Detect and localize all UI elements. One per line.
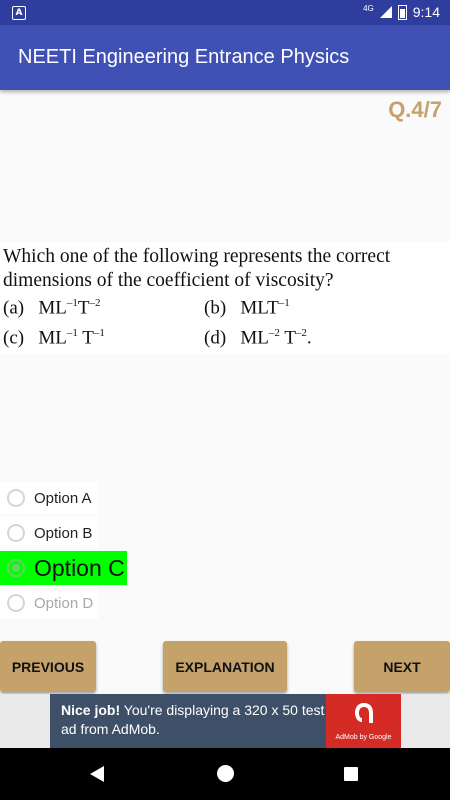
- admob-logo: AdMob by Google: [326, 694, 401, 748]
- next-button[interactable]: NEXT: [354, 641, 450, 692]
- question-line-1: Which one of the following represents th…: [3, 246, 391, 267]
- option-c-radio[interactable]: Option C: [0, 551, 127, 585]
- ad-caption: AdMob by Google: [335, 734, 392, 741]
- status-bar: A 4G 9:14: [0, 0, 450, 25]
- question-option-d: (d) ML–2 T–2.: [204, 327, 312, 349]
- back-icon[interactable]: [90, 766, 104, 782]
- option-b-label: Option B: [34, 524, 93, 542]
- app-bar: NEETI Engineering Entrance Physics: [0, 25, 450, 90]
- question-option-a: (a) ML–1T–2: [3, 297, 101, 319]
- option-d-radio[interactable]: Option D: [0, 587, 98, 619]
- home-icon[interactable]: [217, 765, 234, 782]
- recents-icon[interactable]: [344, 767, 358, 781]
- notification-a-icon: A: [12, 6, 26, 20]
- ad-content[interactable]: Nice job! You're displaying a 320 x 50 t…: [50, 694, 401, 748]
- option-a-label: Option A: [34, 489, 92, 507]
- admob-icon: [355, 703, 373, 723]
- radio-checked-icon[interactable]: [7, 559, 25, 577]
- option-d-label: Option D: [34, 594, 94, 612]
- ad-text: Nice job! You're displaying a 320 x 50 t…: [61, 701, 326, 739]
- navigation-bar: [0, 748, 450, 800]
- question-text: Which one of the following represents th…: [3, 245, 448, 293]
- explanation-button[interactable]: EXPLANATION: [163, 641, 287, 692]
- signal-icon: [379, 6, 392, 18]
- previous-button[interactable]: PREVIOUS: [0, 641, 96, 692]
- option-a-radio[interactable]: Option A: [0, 482, 98, 514]
- network-type: 4G: [363, 3, 374, 13]
- radio-circle-icon[interactable]: [7, 489, 25, 507]
- question-line-2: dimensions of the coefficient of viscosi…: [3, 270, 334, 291]
- ad-headline: Nice job!: [61, 702, 121, 718]
- question-option-c: (c) ML–1 T–1: [3, 327, 105, 349]
- status-right: 4G 9:14: [363, 3, 440, 21]
- question-image: Which one of the following represents th…: [0, 242, 450, 354]
- option-b-radio[interactable]: Option B: [0, 517, 98, 549]
- radio-circle-icon[interactable]: [7, 524, 25, 542]
- clock: 9:14: [412, 4, 440, 20]
- battery-icon: [397, 4, 407, 20]
- radio-circle-icon[interactable]: [7, 594, 25, 612]
- app-title: NEETI Engineering Entrance Physics: [18, 46, 350, 68]
- ad-banner[interactable]: Nice job! You're displaying a 320 x 50 t…: [0, 694, 450, 748]
- option-c-label: Option C: [34, 554, 125, 581]
- question-option-b: (b) MLT–1: [204, 297, 290, 319]
- question-number: Q.4/7: [388, 97, 442, 122]
